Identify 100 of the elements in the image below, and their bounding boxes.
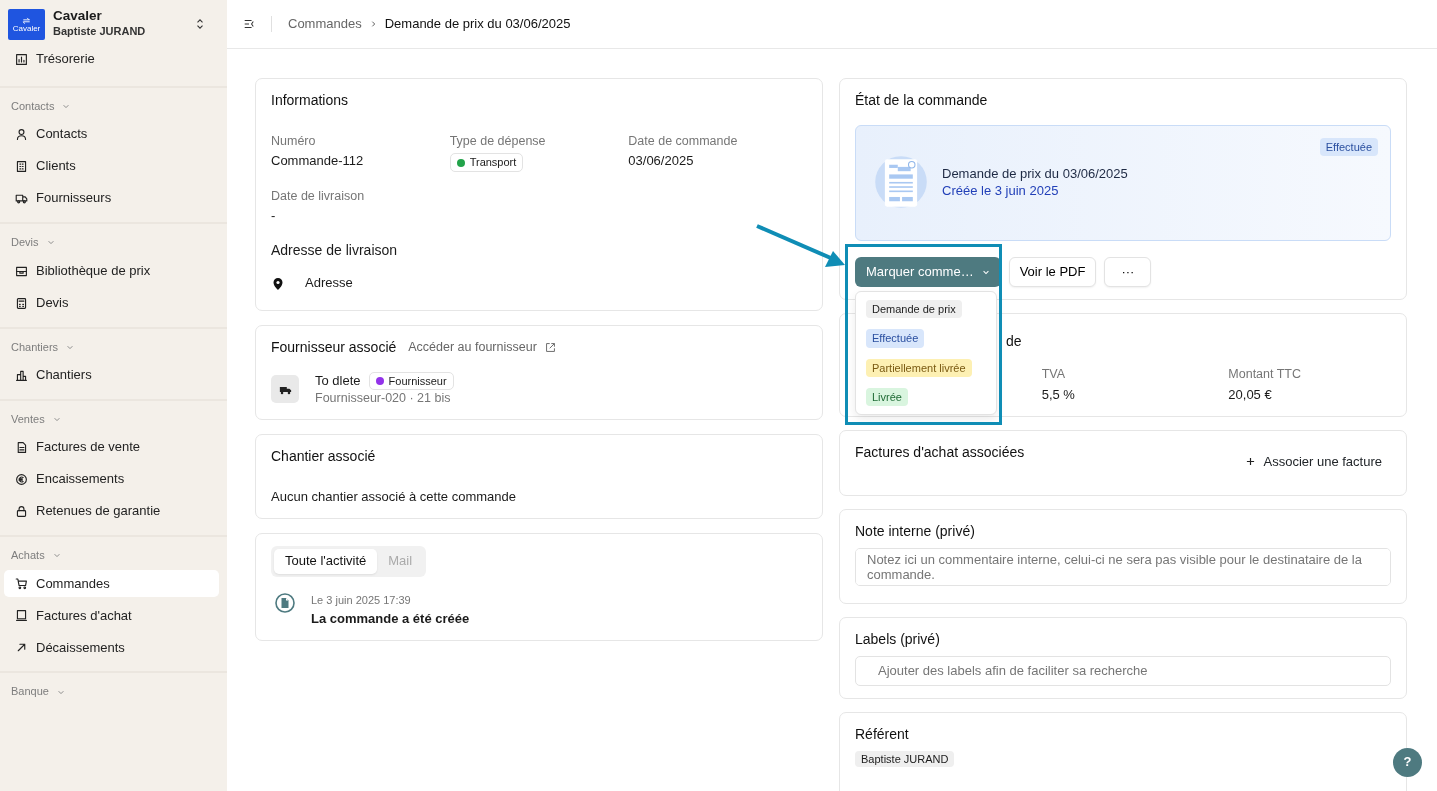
lock-icon — [15, 505, 28, 519]
sidebar-item[interactable]: Encaissements — [4, 466, 219, 494]
more-button[interactable]: ··· — [1104, 257, 1152, 288]
sidebar-item[interactable]: Trésorerie — [4, 46, 219, 73]
section-title: Achats — [11, 548, 45, 563]
tray-icon — [15, 264, 28, 278]
view-pdf-button[interactable]: Voir le PDF — [1008, 257, 1097, 288]
sidebar-item[interactable]: Retenues de garantie — [4, 498, 219, 526]
sidebar-item[interactable]: Clients — [4, 153, 219, 181]
sidebar-toggle-icon[interactable] — [243, 18, 255, 30]
document-subtitle: Créée le 3 juin 2025 — [942, 183, 1060, 201]
logo-text: Cavaler — [12, 24, 41, 33]
document-icon — [15, 441, 28, 455]
card-title: Note interne (privé) — [855, 521, 976, 540]
field-label: TVA — [1041, 366, 1067, 383]
chevron-down-icon — [52, 551, 61, 560]
tag-label: Fournisseur — [388, 374, 447, 389]
breadcrumb-link[interactable]: Commandes — [288, 15, 362, 33]
section-header[interactable]: Chantiers — [0, 339, 227, 354]
card-title: Labels (privé) — [855, 629, 941, 648]
section-title: Ventes — [11, 411, 45, 427]
chevron-down-icon — [46, 238, 55, 247]
truck-icon — [15, 192, 28, 206]
tab[interactable]: Toute l'activité — [274, 548, 378, 574]
field-label: Montant TTC — [1228, 366, 1303, 383]
section-title: Adresse de livraison — [271, 240, 399, 260]
field-value: Commande-112 — [271, 153, 365, 171]
supplier-details: Fournisseur-020 · 21 bis — [315, 390, 452, 407]
tag-label: Transport — [469, 155, 517, 170]
card-title: de — [1006, 332, 1023, 351]
note-field[interactable]: Notez ici un commentaire interne, celui-ci ne sera pas visible pour le destinataire de la commande. — [855, 547, 1391, 586]
section-title: Chantiers — [11, 339, 59, 354]
chevron-down-icon — [62, 102, 71, 111]
card-title: Référent — [855, 724, 910, 743]
cart-icon — [15, 577, 28, 591]
building-icon — [15, 368, 28, 382]
field-label: Numéro — [271, 133, 317, 150]
section-header[interactable]: Achats — [0, 548, 227, 563]
menu-option[interactable]: Livrée — [866, 388, 908, 407]
section-title: Contacts — [11, 99, 55, 114]
field-label: Type de dépense — [449, 133, 547, 150]
switcher-icon[interactable] — [195, 18, 205, 30]
event-text: La commande a été créée — [311, 611, 470, 628]
address-text: Adresse — [305, 275, 353, 292]
event-time: Le 3 juin 2025 17:39 — [311, 592, 412, 607]
chevron-right-icon — [369, 20, 377, 28]
sidebar-item[interactable]: Devis — [4, 289, 219, 317]
card-title: Fournisseur associé — [271, 338, 397, 357]
section-header[interactable]: Devis — [0, 235, 227, 250]
sidebar-item[interactable]: Factures d'achat — [4, 602, 219, 630]
section-title: Devis — [11, 235, 39, 250]
menu-option[interactable]: Partiellement livrée — [866, 358, 972, 378]
section-header[interactable]: Banque — [0, 684, 227, 699]
field-value: 03/06/2025 — [628, 153, 695, 171]
sidebar-item[interactable]: Bibliothèque de prix — [4, 257, 219, 285]
receipt-icon — [15, 609, 28, 623]
user-name: Baptiste JURAND — [53, 24, 147, 39]
menu-option[interactable]: Effectuée — [866, 329, 925, 348]
logo-mark-icon — [22, 15, 31, 25]
sidebar-item[interactable]: Décaissements — [4, 634, 219, 662]
field-value: - — [271, 208, 277, 225]
supplier-link[interactable]: Accéder au fournisseur — [408, 338, 556, 356]
external-link-icon — [544, 341, 556, 353]
building-icon — [15, 160, 28, 174]
sidebar-item[interactable]: Fournisseurs — [4, 185, 219, 213]
associate-invoice-button[interactable]: Associer une facture — [1237, 446, 1391, 476]
field-value: 5,5 % — [1041, 386, 1076, 404]
card-title: Chantier associé — [271, 446, 377, 465]
status-menu-button[interactable]: Marquer comme… — [855, 257, 1001, 288]
supplier-name: To dlete — [315, 372, 361, 390]
section-title: Banque — [11, 684, 49, 699]
chevron-down-icon — [981, 268, 990, 277]
empty-state-text: Aucun chantier associé à cette commande — [271, 488, 517, 506]
card-title: Factures d'achat associées — [855, 442, 1025, 461]
menu-option[interactable]: Demande de prix — [866, 300, 962, 319]
card-title: État de la commande — [855, 91, 989, 110]
section-header[interactable]: Contacts — [0, 99, 227, 114]
person-icon — [15, 128, 28, 142]
calculator-icon — [15, 296, 28, 310]
plus-icon — [1246, 456, 1256, 466]
breadcrumb-current: Demande de prix du 03/06/2025 — [384, 15, 571, 33]
sidebar-item[interactable]: Chantiers — [4, 361, 219, 389]
document-title: Demande de prix du 03/06/2025 — [942, 166, 1128, 184]
euro-icon — [15, 473, 28, 487]
sidebar-item[interactable]: Factures de vente — [4, 434, 219, 462]
document-icon — [275, 592, 295, 613]
card-title: Informations — [271, 91, 350, 110]
chevron-down-icon — [52, 415, 61, 424]
field-label: Date de commande — [628, 133, 739, 150]
field-label: Date de livraison — [271, 187, 366, 204]
chart-icon — [15, 53, 28, 66]
section-header[interactable]: Ventes — [0, 411, 227, 427]
sidebar-item[interactable]: Commandes — [4, 570, 219, 598]
workspace-name: Cavaler — [53, 9, 103, 25]
sidebar-item[interactable]: Contacts — [4, 121, 219, 149]
field-value: 20,05 € — [1228, 386, 1273, 404]
status-badge: Effectuée — [1319, 138, 1378, 157]
referent-chip: Baptiste JURAND — [855, 750, 955, 767]
labels-field[interactable]: Ajouter des labels afin de faciliter sa recherche — [855, 655, 1391, 686]
location-pin-icon — [271, 276, 285, 291]
